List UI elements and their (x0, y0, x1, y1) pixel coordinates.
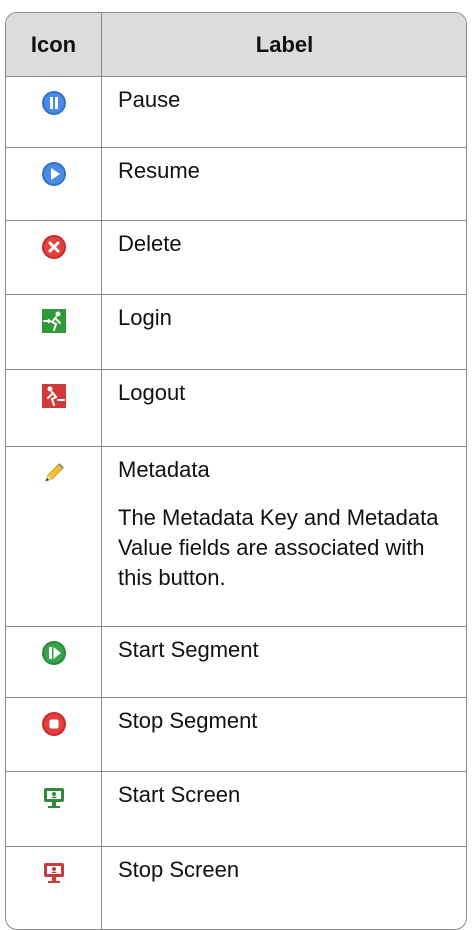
logout-icon (41, 384, 66, 408)
row-label: Start Segment (118, 637, 259, 662)
table-row: Logout (6, 370, 466, 447)
start-screen-icon (43, 788, 64, 808)
delete-icon (41, 235, 66, 259)
row-label: Resume (118, 158, 200, 183)
table-row: Stop Segment (6, 698, 466, 772)
pencil-icon (44, 463, 64, 482)
column-header-label: Label (255, 32, 314, 57)
row-label: Start Screen (118, 782, 241, 807)
stop-screen-icon (43, 863, 64, 883)
login-icon (41, 309, 66, 333)
row-label: Delete (118, 231, 182, 256)
table-row: Metadata The Metadata Key and Metadata V… (6, 447, 466, 627)
table-row: Start Screen (6, 772, 466, 847)
row-label: Pause (118, 87, 181, 112)
table-row: Stop Screen (6, 847, 466, 929)
row-label: Login (118, 305, 172, 330)
row-label: Stop Segment (118, 708, 258, 733)
table-header: Icon Label (6, 13, 466, 77)
table-row: Login (6, 295, 466, 370)
row-label: Metadata (118, 457, 210, 482)
column-header-icon: Icon (30, 32, 77, 57)
table-row: Pause (6, 77, 466, 148)
stop-segment-icon (41, 712, 66, 736)
pause-icon (41, 91, 66, 115)
start-segment-icon (41, 641, 66, 665)
icon-label-table: Icon Label Pause Resume Delete Login Log… (5, 12, 467, 930)
table-row: Delete (6, 221, 466, 295)
row-label: Stop Screen (118, 857, 240, 882)
resume-icon (41, 162, 66, 186)
table-row: Resume (6, 148, 466, 221)
row-description: The Metadata Key and Metadata Value fiel… (118, 505, 439, 590)
row-label: Logout (118, 380, 186, 405)
table-row: Start Segment (6, 627, 466, 698)
